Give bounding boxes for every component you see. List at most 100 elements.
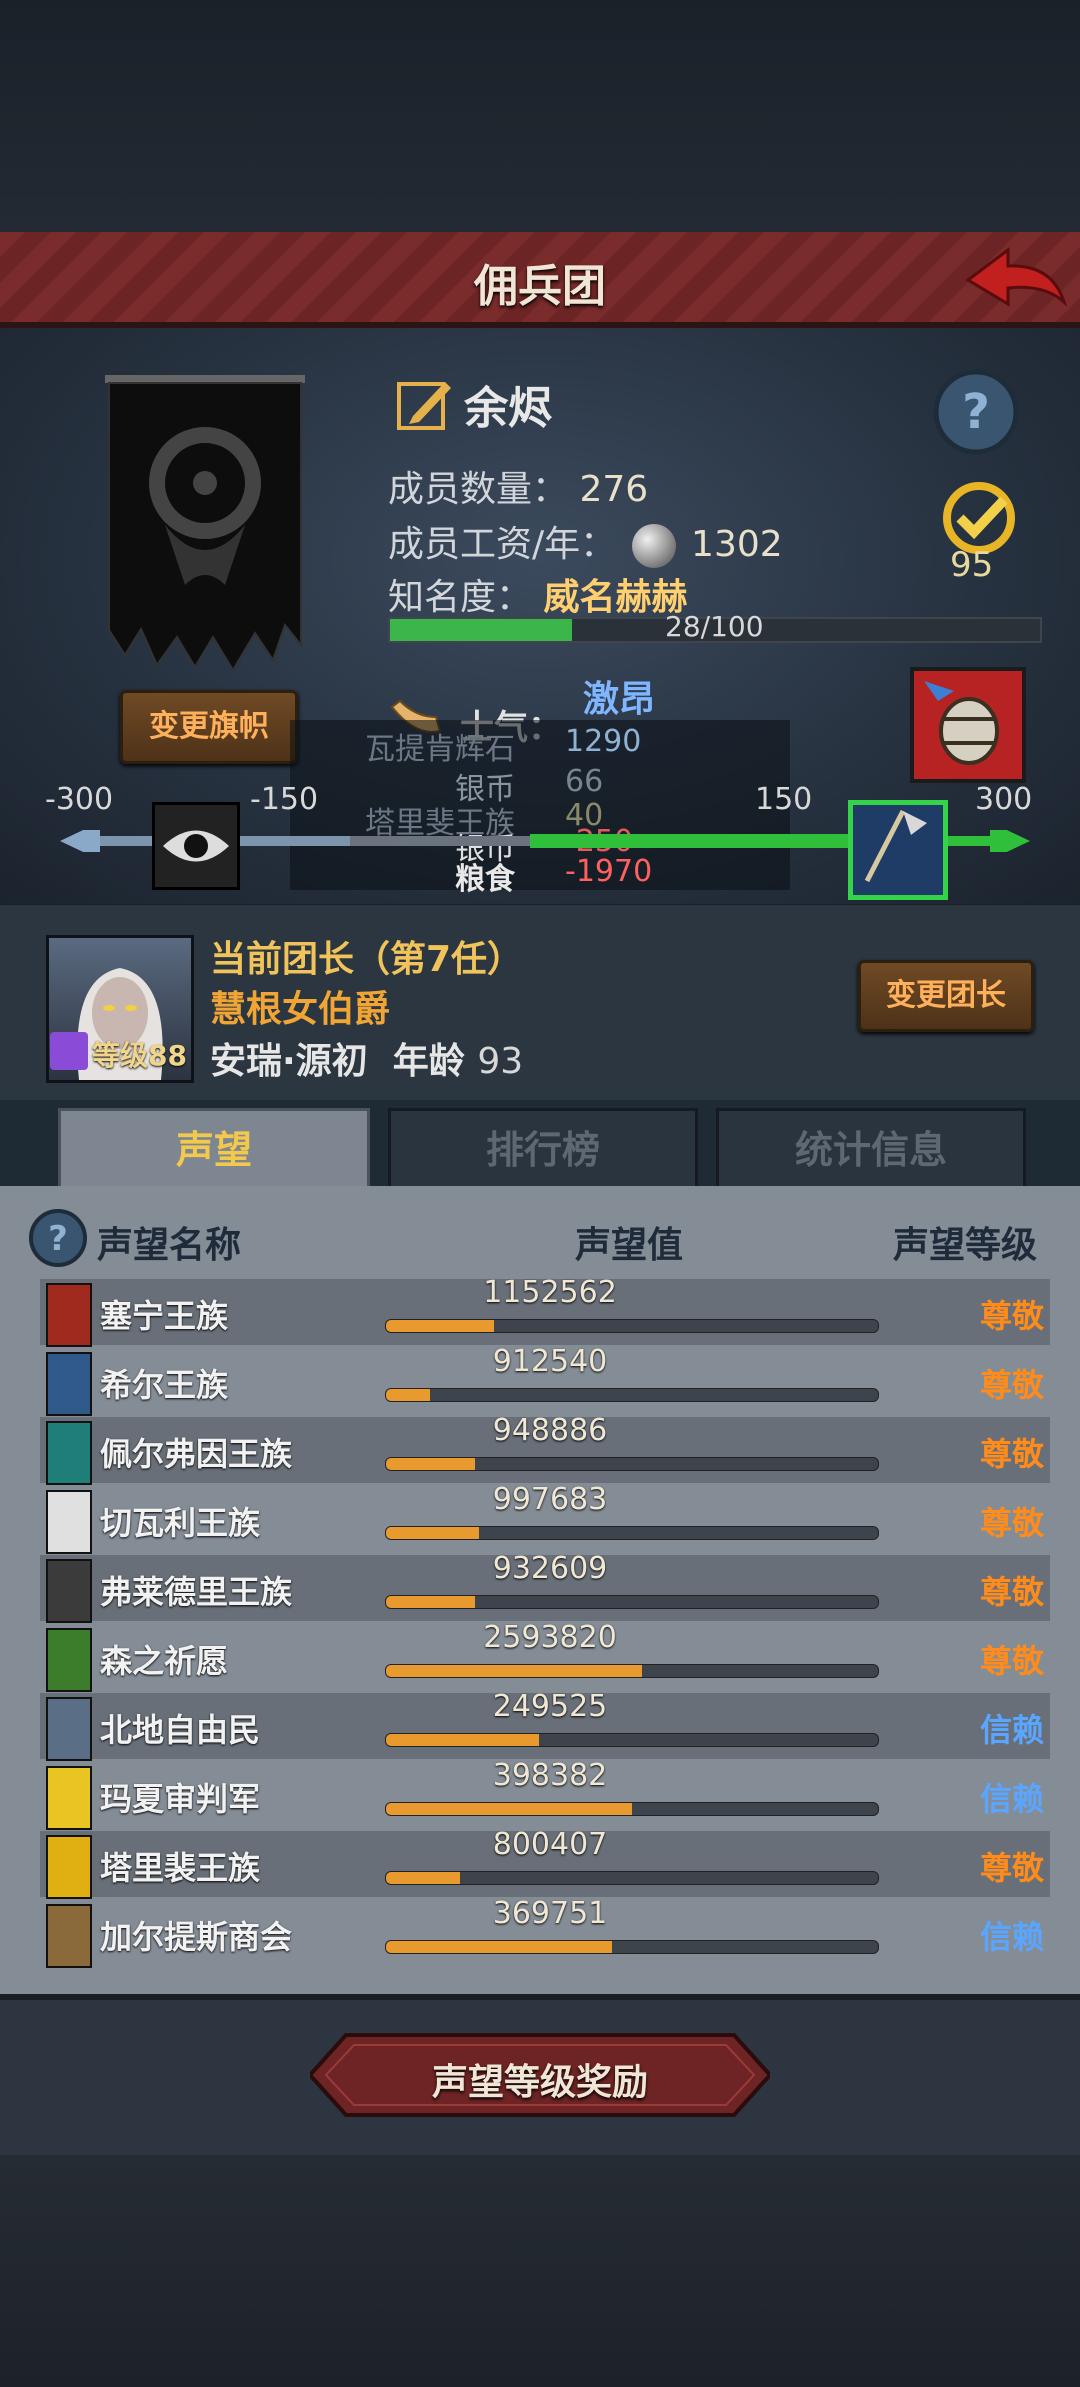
- change-flag-button[interactable]: 变更旗帜: [120, 690, 298, 764]
- food-barrel-icon: [910, 667, 1026, 783]
- eye-icon: [152, 802, 240, 890]
- bottom-background: [0, 2155, 1080, 2387]
- tab-statistics[interactable]: 统计信息: [716, 1108, 1026, 1192]
- members-label: 成员数量：: [388, 469, 569, 510]
- fame-progress-text: 28/100: [665, 610, 764, 643]
- wand-icon: [50, 1032, 88, 1070]
- reputation-reward-label: 声望等级奖励: [431, 2062, 648, 2103]
- members-value: 276: [579, 469, 649, 510]
- faction-name: 佩尔弗因王族: [100, 1435, 293, 1473]
- change-leader-button[interactable]: 变更团长: [858, 960, 1034, 1032]
- tick-label: 300: [975, 782, 1033, 817]
- help-icon[interactable]: ?: [932, 368, 1020, 456]
- back-arrow-icon[interactable]: [960, 242, 1070, 312]
- title-bar: 佣兵团: [0, 232, 1080, 328]
- guild-banner-icon: [105, 375, 305, 672]
- tab-ranking[interactable]: 排行榜: [388, 1108, 698, 1192]
- faction-crest-icon: [46, 1490, 92, 1554]
- reputation-bar-fill: [386, 1803, 632, 1815]
- fame-stat: 知名度： 威名赫赫: [388, 568, 687, 620]
- faction-crest-icon: [46, 1559, 92, 1623]
- tick-label: -150: [250, 782, 319, 817]
- reputation-value: 997683: [492, 1482, 608, 1517]
- table-row[interactable]: 弗莱德里王族 932609 尊敬: [40, 1551, 1050, 1623]
- leader-age-label: 年龄: [392, 1041, 465, 1082]
- reputation-level: 尊敬: [979, 1642, 1044, 1680]
- leader-level: 等级88: [92, 1039, 187, 1072]
- reputation-bar: [385, 1457, 879, 1471]
- reputation-bar-fill: [386, 1596, 475, 1608]
- faction-crest-icon: [46, 1283, 92, 1347]
- tooltip-row-value: -1970: [565, 854, 653, 889]
- reputation-value: 948886: [492, 1413, 608, 1448]
- faction-crest-icon: [46, 1421, 92, 1485]
- faction-name: 希尔王族: [100, 1366, 229, 1404]
- reputation-value: 912540: [492, 1344, 608, 1379]
- svg-text:?: ?: [962, 384, 990, 440]
- reputation-level: 信赖: [979, 1780, 1044, 1818]
- leader-level-badge: 等级88: [48, 1030, 188, 1074]
- faction-crest-icon: [46, 1835, 92, 1899]
- reputation-bar-fill: [386, 1734, 539, 1746]
- col-header-level: 声望等级: [893, 1225, 1038, 1266]
- reputation-level: 信赖: [979, 1918, 1044, 1956]
- faction-crest-icon: [46, 1628, 92, 1692]
- reputation-level: 尊敬: [979, 1366, 1044, 1404]
- faction-name: 玛夏审判军: [100, 1780, 261, 1818]
- tick-label: -300: [45, 782, 114, 817]
- reputation-bar: [385, 1802, 879, 1816]
- tooltip-row-value: 66: [565, 764, 604, 799]
- salary-label: 成员工资/年：: [388, 524, 617, 565]
- tick-label: 150: [755, 782, 813, 817]
- leader-info: 安瑞·源初 年龄 93: [210, 1032, 523, 1084]
- faction-crest-icon: [46, 1904, 92, 1968]
- reputation-level: 信赖: [979, 1711, 1044, 1749]
- faction-name: 北地自由民: [100, 1711, 261, 1749]
- reputation-value: 932609: [492, 1551, 608, 1586]
- reputation-bar-fill: [386, 1389, 431, 1401]
- reputation-level: 尊敬: [979, 1849, 1044, 1887]
- faction-name: 塔里裴王族: [100, 1849, 261, 1887]
- reputation-bar: [385, 1319, 879, 1333]
- reputation-value: 249525: [492, 1689, 608, 1724]
- tab-reputation[interactable]: 声望: [58, 1108, 370, 1189]
- faction-crest-icon: [46, 1697, 92, 1761]
- morale-state: 激昂: [583, 679, 656, 720]
- help-icon[interactable]: ?: [28, 1208, 88, 1268]
- morale-tooltip: 瓦提肯辉石 1290 银币 66 塔里斐王族 40 银币 -250 粮食 -19…: [290, 720, 790, 897]
- reputation-value: 369751: [492, 1896, 608, 1931]
- table-row[interactable]: 北地自由民 249525 信赖: [40, 1689, 1050, 1761]
- tooltip-row-name: 瓦提肯辉石: [365, 732, 515, 767]
- reputation-bar-fill: [386, 1320, 495, 1332]
- leader-race: 安瑞·源初: [210, 1041, 368, 1082]
- table-row[interactable]: 塔里裴王族 800407 尊敬: [40, 1827, 1050, 1899]
- table-row[interactable]: 加尔提斯商会 369751 信赖: [40, 1896, 1050, 1968]
- reputation-value: 398382: [492, 1758, 608, 1793]
- faction-crest-icon: [46, 1766, 92, 1830]
- reputation-level: 尊敬: [979, 1573, 1044, 1611]
- faction-name: 切瓦利王族: [100, 1504, 261, 1542]
- salary-stat: 成员工资/年： 1302: [388, 515, 783, 568]
- tooltip-row-value: 1290: [565, 724, 642, 759]
- edit-name-icon[interactable]: [395, 374, 455, 434]
- table-row[interactable]: 森之祈愿 2593820 尊敬: [40, 1620, 1050, 1692]
- reputation-bar-fill: [386, 1458, 475, 1470]
- fame-progress-fill: [390, 619, 572, 641]
- tooltip-row-name: 粮食: [455, 862, 515, 897]
- table-row[interactable]: 希尔王族 912540 尊敬: [40, 1344, 1050, 1416]
- table-row[interactable]: 切瓦利王族 997683 尊敬: [40, 1482, 1050, 1554]
- col-header-name: 声望名称: [97, 1225, 242, 1266]
- fame-label: 知名度：: [388, 577, 533, 618]
- table-row[interactable]: 佩尔弗因王族 948886 尊敬: [40, 1413, 1050, 1485]
- table-row[interactable]: 玛夏审判军 398382 信赖: [40, 1758, 1050, 1830]
- table-row[interactable]: 塞宁王族 1152562 尊敬: [40, 1275, 1050, 1347]
- silver-coin-icon: [631, 524, 676, 568]
- reputation-value: 1152562: [483, 1275, 617, 1310]
- leader-age-value: 93: [477, 1041, 524, 1082]
- reputation-value: 2593820: [483, 1620, 617, 1655]
- top-background: [0, 0, 1080, 232]
- reputation-level: 尊敬: [979, 1435, 1044, 1473]
- reputation-level: 尊敬: [979, 1297, 1044, 1335]
- guild-name: 余烬: [464, 383, 553, 434]
- reputation-bar-fill: [386, 1665, 642, 1677]
